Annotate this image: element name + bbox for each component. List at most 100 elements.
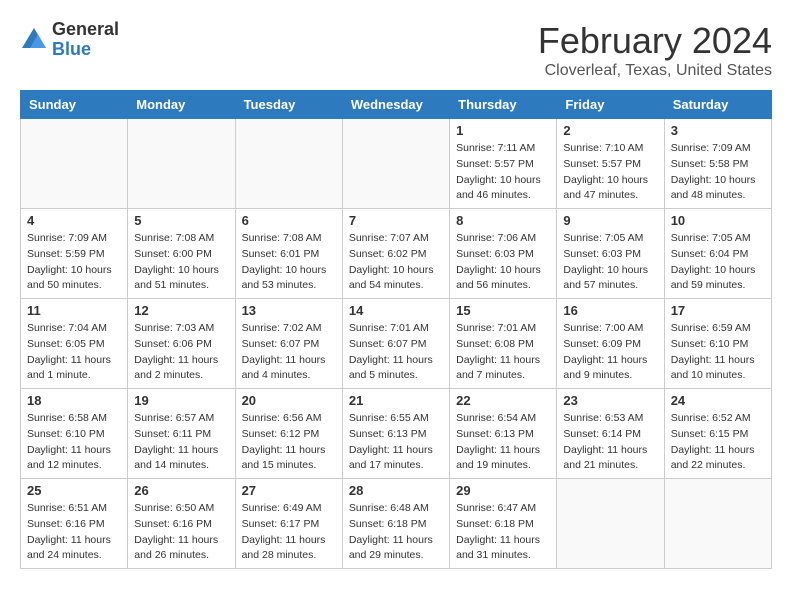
day-number: 16	[563, 303, 657, 318]
day-number: 14	[349, 303, 443, 318]
day-info: Sunrise: 6:58 AMSunset: 6:10 PMDaylight:…	[27, 411, 121, 474]
day-number: 18	[27, 393, 121, 408]
calendar-cell: 12 Sunrise: 7:03 AMSunset: 6:06 PMDayligh…	[128, 299, 235, 389]
day-number: 3	[671, 123, 765, 138]
day-number: 4	[27, 213, 121, 228]
month-title: February 2024	[538, 20, 772, 62]
calendar-week-row: 25 Sunrise: 6:51 AMSunset: 6:16 PMDayligh…	[21, 479, 772, 569]
day-info: Sunrise: 6:50 AMSunset: 6:16 PMDaylight:…	[134, 501, 228, 564]
day-info: Sunrise: 6:55 AMSunset: 6:13 PMDaylight:…	[349, 411, 443, 474]
calendar-cell: 20 Sunrise: 6:56 AMSunset: 6:12 PMDayligh…	[235, 389, 342, 479]
calendar-cell: 11Sunrise: 7:04 AMSunset: 6:05 PMDayligh…	[21, 299, 128, 389]
day-info: Sunrise: 6:53 AMSunset: 6:14 PMDaylight:…	[563, 411, 657, 474]
day-number: 23	[563, 393, 657, 408]
day-info: Sunrise: 6:51 AMSunset: 6:16 PMDaylight:…	[27, 501, 121, 564]
calendar-cell: 4 Sunrise: 7:09 AMSunset: 5:59 PMDaylight…	[21, 209, 128, 299]
calendar-cell	[235, 119, 342, 209]
day-number: 25	[27, 483, 121, 498]
day-info: Sunrise: 7:03 AMSunset: 6:06 PMDaylight:…	[134, 321, 228, 384]
calendar-cell: 26 Sunrise: 6:50 AMSunset: 6:16 PMDayligh…	[128, 479, 235, 569]
calendar-table: SundayMondayTuesdayWednesdayThursdayFrid…	[20, 90, 772, 569]
day-info: Sunrise: 7:10 AMSunset: 5:57 PMDaylight:…	[563, 141, 657, 204]
day-info: Sunrise: 7:02 AMSunset: 6:07 PMDaylight:…	[242, 321, 336, 384]
day-number: 19	[134, 393, 228, 408]
day-info: Sunrise: 7:05 AMSunset: 6:04 PMDaylight:…	[671, 231, 765, 294]
day-info: Sunrise: 7:05 AMSunset: 6:03 PMDaylight:…	[563, 231, 657, 294]
calendar-week-row: 4 Sunrise: 7:09 AMSunset: 5:59 PMDaylight…	[21, 209, 772, 299]
calendar-cell	[21, 119, 128, 209]
day-info: Sunrise: 7:09 AMSunset: 5:59 PMDaylight:…	[27, 231, 121, 294]
day-number: 22	[456, 393, 550, 408]
day-info: Sunrise: 6:59 AMSunset: 6:10 PMDaylight:…	[671, 321, 765, 384]
calendar-cell: 13 Sunrise: 7:02 AMSunset: 6:07 PMDayligh…	[235, 299, 342, 389]
calendar-cell: 2 Sunrise: 7:10 AMSunset: 5:57 PMDaylight…	[557, 119, 664, 209]
calendar-cell: 15Sunrise: 7:01 AMSunset: 6:08 PMDayligh…	[450, 299, 557, 389]
calendar-cell: 14 Sunrise: 7:01 AMSunset: 6:07 PMDayligh…	[342, 299, 449, 389]
day-info: Sunrise: 7:01 AMSunset: 6:07 PMDaylight:…	[349, 321, 443, 384]
day-number: 12	[134, 303, 228, 318]
day-number: 20	[242, 393, 336, 408]
day-info: Sunrise: 6:48 AMSunset: 6:18 PMDaylight:…	[349, 501, 443, 564]
day-info: Sunrise: 6:47 AMSunset: 6:18 PMDaylight:…	[456, 501, 550, 564]
calendar-cell: 9 Sunrise: 7:05 AMSunset: 6:03 PMDaylight…	[557, 209, 664, 299]
calendar-cell: 18 Sunrise: 6:58 AMSunset: 6:10 PMDayligh…	[21, 389, 128, 479]
calendar-cell: 10Sunrise: 7:05 AMSunset: 6:04 PMDayligh…	[664, 209, 771, 299]
calendar-week-row: 18 Sunrise: 6:58 AMSunset: 6:10 PMDayligh…	[21, 389, 772, 479]
calendar-cell: 3 Sunrise: 7:09 AMSunset: 5:58 PMDaylight…	[664, 119, 771, 209]
calendar-week-row: 1 Sunrise: 7:11 AMSunset: 5:57 PMDaylight…	[21, 119, 772, 209]
calendar-cell: 22 Sunrise: 6:54 AMSunset: 6:13 PMDayligh…	[450, 389, 557, 479]
logo: General Blue	[20, 20, 119, 60]
day-number: 5	[134, 213, 228, 228]
calendar-header-saturday: Saturday	[664, 91, 771, 119]
calendar-cell: 23 Sunrise: 6:53 AMSunset: 6:14 PMDayligh…	[557, 389, 664, 479]
day-info: Sunrise: 7:01 AMSunset: 6:08 PMDaylight:…	[456, 321, 550, 384]
calendar-cell: 6 Sunrise: 7:08 AMSunset: 6:01 PMDaylight…	[235, 209, 342, 299]
calendar-header-wednesday: Wednesday	[342, 91, 449, 119]
calendar-cell: 16 Sunrise: 7:00 AMSunset: 6:09 PMDayligh…	[557, 299, 664, 389]
day-info: Sunrise: 7:08 AMSunset: 6:00 PMDaylight:…	[134, 231, 228, 294]
calendar-cell	[342, 119, 449, 209]
calendar-header-monday: Monday	[128, 91, 235, 119]
day-number: 26	[134, 483, 228, 498]
day-info: Sunrise: 7:08 AMSunset: 6:01 PMDaylight:…	[242, 231, 336, 294]
day-number: 9	[563, 213, 657, 228]
day-number: 6	[242, 213, 336, 228]
calendar-cell	[664, 479, 771, 569]
location-title: Cloverleaf, Texas, United States	[538, 62, 772, 80]
day-info: Sunrise: 7:09 AMSunset: 5:58 PMDaylight:…	[671, 141, 765, 204]
calendar-cell: 29Sunrise: 6:47 AMSunset: 6:18 PMDayligh…	[450, 479, 557, 569]
day-info: Sunrise: 7:07 AMSunset: 6:02 PMDaylight:…	[349, 231, 443, 294]
day-info: Sunrise: 7:11 AMSunset: 5:57 PMDaylight:…	[456, 141, 550, 204]
day-info: Sunrise: 7:00 AMSunset: 6:09 PMDaylight:…	[563, 321, 657, 384]
calendar-cell: 24Sunrise: 6:52 AMSunset: 6:15 PMDayligh…	[664, 389, 771, 479]
logo-blue: Blue	[52, 40, 119, 60]
calendar-cell: 5 Sunrise: 7:08 AMSunset: 6:00 PMDaylight…	[128, 209, 235, 299]
calendar-cell: 25 Sunrise: 6:51 AMSunset: 6:16 PMDayligh…	[21, 479, 128, 569]
calendar-cell	[128, 119, 235, 209]
day-info: Sunrise: 6:56 AMSunset: 6:12 PMDaylight:…	[242, 411, 336, 474]
calendar-cell: 17 Sunrise: 6:59 AMSunset: 6:10 PMDayligh…	[664, 299, 771, 389]
logo-general: General	[52, 20, 119, 40]
calendar-cell: 1 Sunrise: 7:11 AMSunset: 5:57 PMDaylight…	[450, 119, 557, 209]
day-info: Sunrise: 6:57 AMSunset: 6:11 PMDaylight:…	[134, 411, 228, 474]
logo-icon	[20, 26, 48, 54]
day-info: Sunrise: 6:49 AMSunset: 6:17 PMDaylight:…	[242, 501, 336, 564]
calendar-header-thursday: Thursday	[450, 91, 557, 119]
calendar-cell	[557, 479, 664, 569]
day-number: 2	[563, 123, 657, 138]
day-info: Sunrise: 7:06 AMSunset: 6:03 PMDaylight:…	[456, 231, 550, 294]
day-number: 17	[671, 303, 765, 318]
day-number: 11	[27, 303, 121, 318]
calendar-header-sunday: Sunday	[21, 91, 128, 119]
day-number: 13	[242, 303, 336, 318]
day-number: 8	[456, 213, 550, 228]
day-number: 21	[349, 393, 443, 408]
day-number: 1	[456, 123, 550, 138]
calendar-cell: 28 Sunrise: 6:48 AMSunset: 6:18 PMDayligh…	[342, 479, 449, 569]
calendar-cell: 8 Sunrise: 7:06 AMSunset: 6:03 PMDaylight…	[450, 209, 557, 299]
calendar-cell: 7Sunrise: 7:07 AMSunset: 6:02 PMDaylight…	[342, 209, 449, 299]
day-info: Sunrise: 6:54 AMSunset: 6:13 PMDaylight:…	[456, 411, 550, 474]
calendar-cell: 27Sunrise: 6:49 AMSunset: 6:17 PMDayligh…	[235, 479, 342, 569]
calendar-week-row: 11Sunrise: 7:04 AMSunset: 6:05 PMDayligh…	[21, 299, 772, 389]
day-number: 28	[349, 483, 443, 498]
